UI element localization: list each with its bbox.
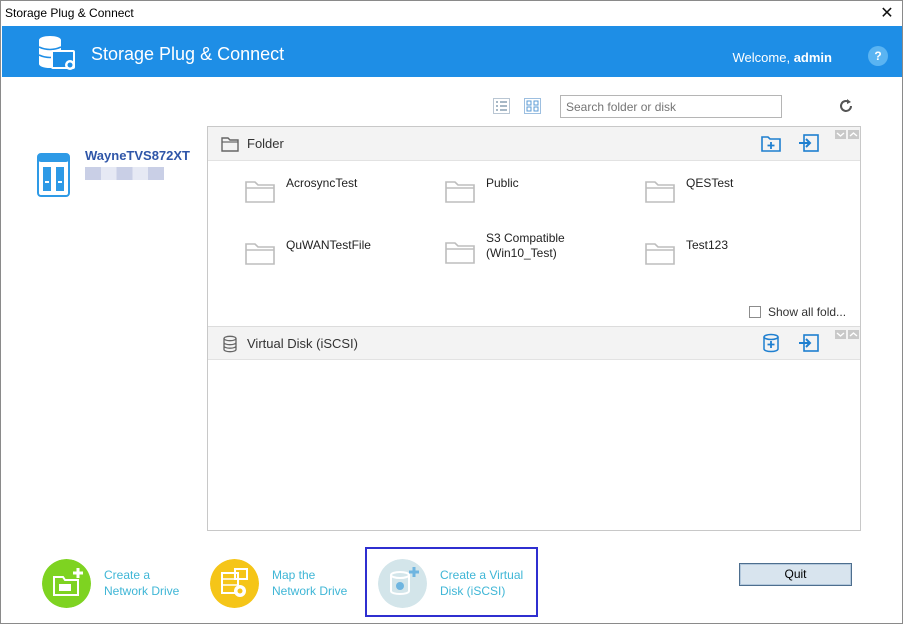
- collapse-down-icon[interactable]: [835, 330, 846, 339]
- highlight-box: [365, 547, 538, 617]
- collapse-down-icon[interactable]: [835, 130, 846, 139]
- folder-item[interactable]: AcrosyncTest: [244, 176, 434, 216]
- create-network-drive-label: Create a Network Drive: [104, 568, 180, 598]
- window-title: Storage Plug & Connect: [5, 6, 134, 20]
- show-all-label: Show all fold...: [768, 305, 847, 319]
- folder-icon: [245, 243, 275, 265]
- quit-button[interactable]: Quit: [739, 563, 852, 586]
- folder-section-header: Folder: [208, 127, 860, 161]
- show-all-folders-checkbox[interactable]: Show all fold...: [749, 305, 846, 319]
- connect-virtual-disk-icon[interactable]: [798, 333, 820, 353]
- folder-section-label: Folder: [247, 136, 284, 151]
- folder-name: S3 Compatible (Win10_Test): [486, 231, 565, 260]
- username: admin: [793, 50, 832, 65]
- folder-name: Public: [486, 176, 519, 190]
- folder-item[interactable]: Public: [444, 176, 634, 216]
- welcome-text: Welcome, admin: [733, 50, 832, 65]
- collapse-up-icon[interactable]: [848, 330, 859, 339]
- virtual-disk-section-label: Virtual Disk (iSCSI): [247, 336, 359, 351]
- folder-item[interactable]: QuWANTestFile: [244, 238, 434, 278]
- app-window: Storage Plug & Connect ✕ Storage Plug & …: [0, 0, 903, 624]
- list-view-icon[interactable]: [493, 98, 510, 114]
- database-icon: [223, 335, 237, 353]
- map-network-drive-icon: [210, 559, 259, 608]
- storage-database-icon: [38, 36, 75, 70]
- folder-name: AcrosyncTest: [286, 176, 358, 190]
- connect-folder-icon[interactable]: [798, 133, 820, 153]
- folder-item[interactable]: QESTest: [644, 176, 834, 216]
- folder-item[interactable]: Test123: [644, 238, 834, 278]
- content-panel: Folder AcrosyncTest Public QESTest QuWAN…: [207, 126, 861, 531]
- folder-icon: [445, 181, 475, 203]
- device-name[interactable]: WayneTVS872XT: [85, 148, 190, 163]
- folder-name: QESTest: [686, 176, 734, 190]
- grid-view-icon[interactable]: [524, 98, 541, 114]
- app-title: Storage Plug & Connect: [91, 44, 285, 64]
- checkbox-box[interactable]: [749, 306, 761, 318]
- help-icon[interactable]: ?: [868, 46, 888, 66]
- folder-item[interactable]: S3 Compatible (Win10_Test): [444, 231, 634, 271]
- nas-device-icon: [37, 153, 70, 197]
- folder-name: Test123: [686, 238, 729, 252]
- refresh-icon[interactable]: [838, 98, 854, 114]
- add-folder-icon[interactable]: [760, 133, 782, 153]
- folder-icon: [445, 242, 475, 264]
- folder-name: QuWANTestFile: [286, 238, 371, 252]
- folder-icon: [221, 137, 239, 152]
- folder-icon: [645, 243, 675, 265]
- device-ip-redacted: [85, 167, 164, 180]
- app-header: Storage Plug & Connect Welcome, admin ?: [2, 26, 902, 77]
- welcome-prefix: Welcome,: [732, 50, 791, 65]
- virtual-disk-section-header: Virtual Disk (iSCSI): [208, 326, 860, 360]
- add-virtual-disk-icon[interactable]: [760, 333, 782, 353]
- create-network-drive-icon: [42, 559, 91, 608]
- title-bar: Storage Plug & Connect ✕: [1, 1, 902, 26]
- folder-icon: [645, 181, 675, 203]
- search-input[interactable]: [560, 95, 782, 118]
- collapse-up-icon[interactable]: [848, 130, 859, 139]
- close-icon[interactable]: ✕: [872, 1, 902, 26]
- folder-icon: [245, 181, 275, 203]
